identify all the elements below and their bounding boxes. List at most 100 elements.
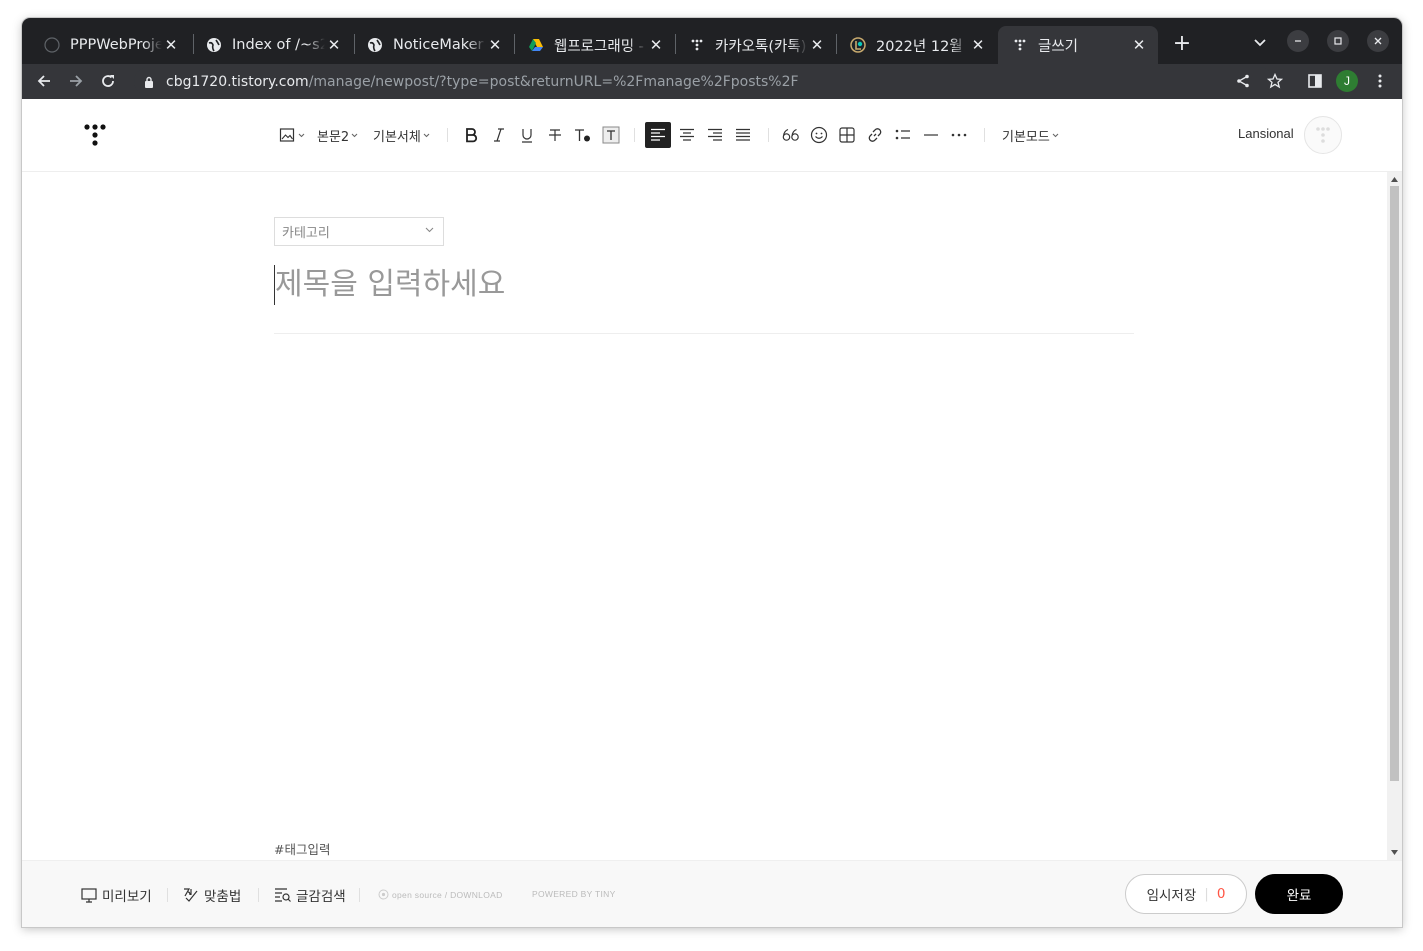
preview-button[interactable]: 미리보기: [80, 884, 152, 906]
content-search-button[interactable]: 글감검색: [274, 884, 346, 906]
address-bar[interactable]: cbg1720.tistory.com/manage/newpost/?type…: [134, 67, 1274, 96]
chevron-down-icon: [423, 133, 430, 137]
tag-input[interactable]: #태그입력: [274, 839, 330, 858]
horizontal-rule-icon: [920, 124, 942, 146]
align-left-icon: [645, 122, 671, 148]
title-input[interactable]: 제목을 입력하세요: [274, 265, 1134, 305]
chevron-down-icon: [425, 225, 434, 236]
close-icon[interactable]: ✕: [647, 36, 665, 54]
editor-header: 본문2 기본서체 기본모드 Lansional: [22, 99, 1402, 172]
bullet-list-button[interactable]: [892, 123, 914, 147]
toolbar-divider: [984, 128, 985, 142]
scroll-up-icon[interactable]: [1390, 175, 1399, 184]
temp-save-button[interactable]: 임시저장 | 0: [1125, 874, 1247, 914]
close-icon[interactable]: ✕: [808, 36, 826, 54]
tab-title: NoticeMaker: [393, 37, 484, 53]
footer-divider: [359, 888, 360, 902]
publish-button[interactable]: 완료: [1255, 874, 1343, 914]
category-select[interactable]: 카테고리: [274, 217, 444, 246]
preview-label: 미리보기: [102, 889, 152, 905]
toolbar-divider: [634, 128, 635, 142]
forward-icon[interactable]: [63, 68, 89, 94]
close-icon[interactable]: ✕: [486, 36, 504, 54]
url-path: /manage/newpost/?type=post&returnURL=%2F…: [308, 73, 799, 90]
italic-icon: [488, 124, 510, 146]
scrollbar[interactable]: [1387, 172, 1402, 860]
spellcheck-label: 맞춤법: [204, 889, 242, 905]
align-justify-icon: [732, 124, 754, 146]
paragraph-style-dropdown[interactable]: 본문2: [317, 123, 358, 147]
more-tools-button[interactable]: [948, 123, 970, 147]
spellcheck-button[interactable]: 맞춤법: [182, 884, 241, 906]
emoticon-icon: [808, 124, 830, 146]
chevron-down-icon: [298, 133, 305, 137]
insert-image-button[interactable]: [276, 123, 305, 147]
tab-noticemaker[interactable]: NoticeMaker ✕: [353, 26, 514, 64]
close-icon[interactable]: ✕: [1130, 36, 1148, 54]
chevron-down-icon: [351, 133, 358, 137]
back-icon[interactable]: [31, 68, 57, 94]
powered-by-tiny-label: POWERED BY TINY: [532, 889, 616, 899]
side-panel-icon[interactable]: [1303, 69, 1327, 93]
avatar[interactable]: [1304, 116, 1342, 154]
url-host: cbg1720.tistory.com: [166, 73, 309, 90]
tab-search-icon[interactable]: [1249, 32, 1271, 54]
font-dropdown[interactable]: 기본서체: [373, 123, 430, 147]
open-source-label: open source / DOWNLOAD: [392, 890, 503, 900]
new-tab-button[interactable]: +: [1170, 31, 1194, 56]
close-icon[interactable]: ✕: [162, 36, 180, 54]
tab-kakaotalk[interactable]: 카카오톡(카톡) ✕: [675, 26, 836, 64]
align-justify-button[interactable]: [732, 123, 754, 147]
window-close-icon[interactable]: [1367, 30, 1389, 52]
editor-mode-dropdown[interactable]: 기본모드: [1002, 123, 1059, 147]
strikethrough-button[interactable]: [544, 123, 566, 147]
align-center-button[interactable]: [676, 123, 698, 147]
tab-index-of[interactable]: Index of /~s22 ✕: [192, 26, 353, 64]
tab-pppwebproject[interactable]: PPPWebProject ✕: [30, 26, 190, 64]
text-color-button[interactable]: [572, 123, 594, 147]
tab-2022-december[interactable]: 2022년 12월 7일 ✕: [836, 26, 997, 64]
align-center-icon: [676, 124, 698, 146]
scrollbar-thumb[interactable]: [1390, 186, 1399, 781]
strikethrough-icon: [544, 124, 566, 146]
tab-write-post[interactable]: 글쓰기 ✕: [998, 26, 1158, 64]
tab-title: Index of /~s22: [232, 37, 325, 53]
text-color-icon: [572, 124, 594, 146]
bold-icon: [460, 124, 482, 146]
underline-button[interactable]: [516, 123, 538, 147]
minimize-icon[interactable]: [1287, 30, 1309, 52]
scroll-down-icon[interactable]: [1390, 848, 1399, 857]
close-icon[interactable]: ✕: [325, 36, 343, 54]
text-background-button[interactable]: [600, 123, 622, 147]
horizontal-rule-button[interactable]: [920, 123, 942, 147]
text-background-icon: [600, 124, 622, 146]
reload-icon[interactable]: [95, 68, 121, 94]
bold-button[interactable]: [460, 123, 482, 147]
italic-button[interactable]: [488, 123, 510, 147]
close-icon[interactable]: ✕: [969, 36, 987, 54]
chevron-down-icon: [1052, 133, 1059, 137]
quote-button[interactable]: [780, 123, 802, 147]
username[interactable]: Lansional: [1238, 126, 1294, 141]
link-button[interactable]: [864, 123, 886, 147]
globe-icon: [367, 37, 383, 53]
open-source-link[interactable]: open source / DOWNLOAD: [378, 889, 503, 900]
table-button[interactable]: [836, 123, 858, 147]
align-right-button[interactable]: [704, 123, 726, 147]
more-menu-icon[interactable]: [1368, 69, 1392, 93]
tistory-logo-icon[interactable]: [80, 121, 110, 151]
tab-title: 카카오톡(카톡): [715, 38, 807, 55]
maximize-icon[interactable]: [1327, 30, 1349, 52]
share-icon[interactable]: [1231, 69, 1255, 93]
temp-save-count[interactable]: 0: [1217, 886, 1226, 902]
align-left-button[interactable]: [645, 122, 671, 148]
browser-window: PPPWebProject ✕ Index of /~s22 ✕ NoticeM…: [22, 18, 1402, 927]
link-icon: [864, 124, 886, 146]
profile-avatar[interactable]: J: [1336, 70, 1358, 92]
tab-google-drive[interactable]: 웹프로그래밍 - Google Drive ✕: [514, 26, 675, 64]
globe-icon: [206, 37, 222, 53]
lock-icon[interactable]: [142, 75, 156, 89]
emoticon-button[interactable]: [808, 123, 830, 147]
editor-footer: 미리보기 맞춤법 글감검색 open source / DOWNLOAD POW…: [22, 860, 1402, 927]
bookmark-star-icon[interactable]: [1263, 69, 1287, 93]
